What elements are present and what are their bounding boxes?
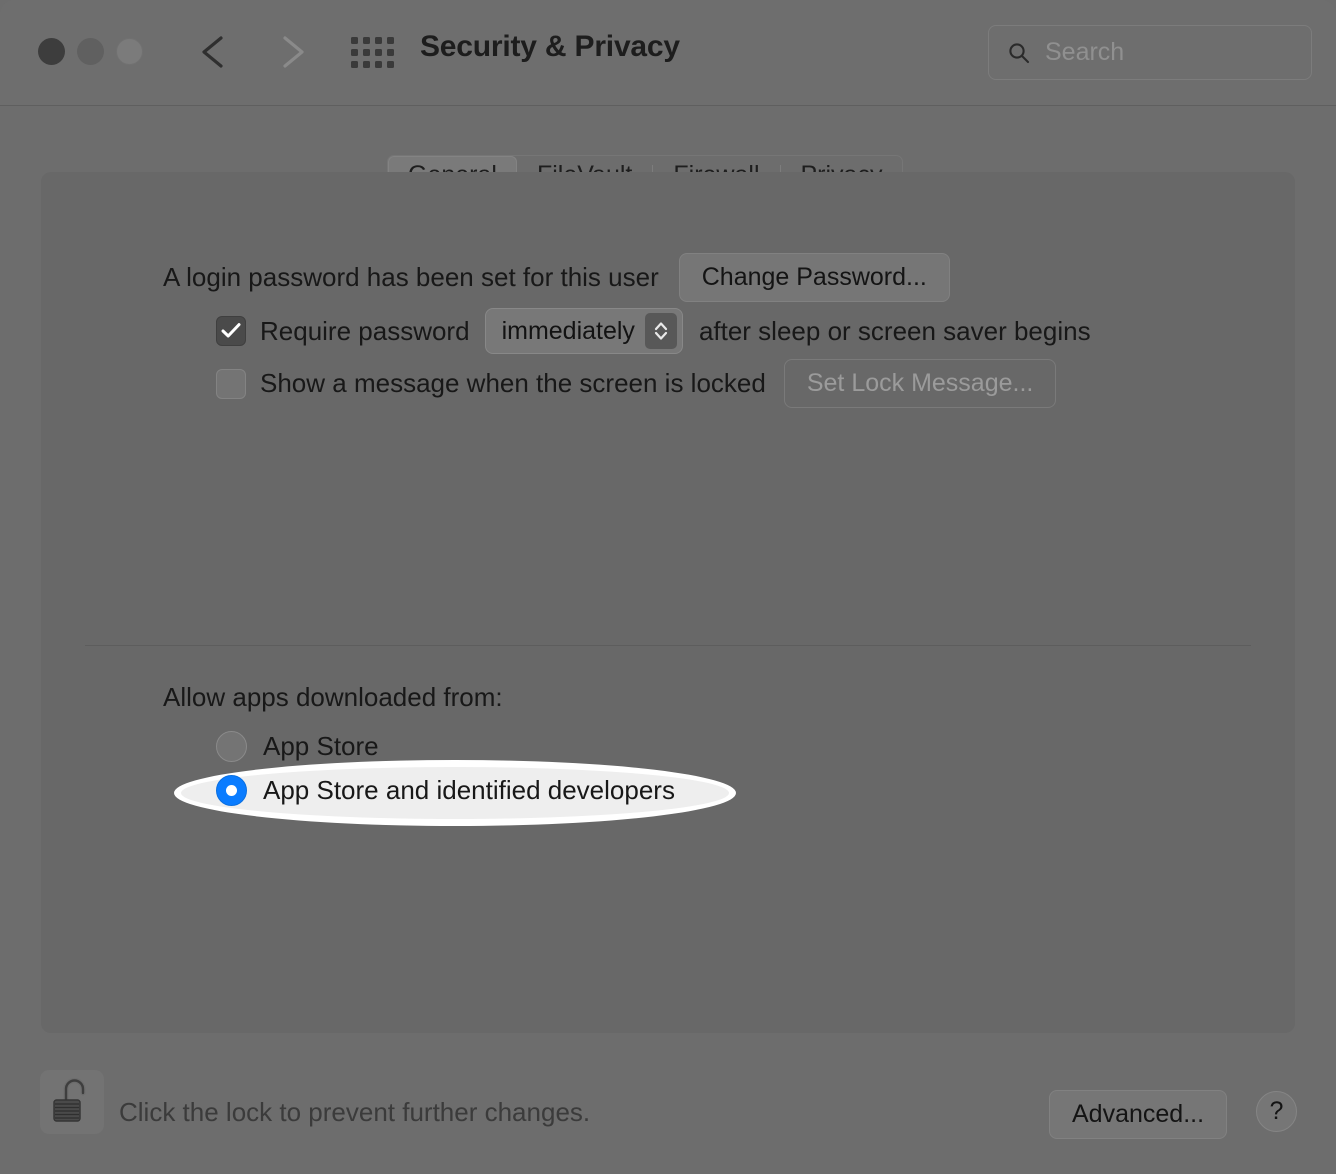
set-lock-message-button[interactable]: Set Lock Message...	[783, 359, 1057, 408]
window-titlebar: Security & Privacy	[0, 0, 1336, 106]
grid-icon	[350, 36, 394, 68]
show-lock-message-checkbox[interactable]	[216, 368, 246, 399]
zoom-button[interactable]	[116, 38, 143, 65]
allow-apps-heading: Allow apps downloaded from:	[163, 682, 503, 712]
require-password-checkbox[interactable]	[216, 316, 246, 346]
login-password-row: A login password has been set for this u…	[163, 253, 950, 302]
identified-developers-radio[interactable]	[216, 775, 247, 806]
advanced-button[interactable]: Advanced...	[1049, 1090, 1228, 1139]
search-input[interactable]	[1043, 37, 1277, 68]
back-button[interactable]	[192, 28, 238, 76]
search-field[interactable]	[988, 25, 1312, 80]
lock-message-row: Show a message when the screen is locked…	[216, 359, 1057, 408]
require-password-delay-popup[interactable]: immediately	[484, 308, 683, 354]
page-title: Security & Privacy	[420, 30, 680, 63]
help-button[interactable]: ?	[1256, 1091, 1297, 1132]
require-password-label: Require password	[260, 315, 470, 346]
show-lock-message-label: Show a message when the screen is locked	[260, 368, 766, 398]
change-password-button[interactable]: Change Password...	[678, 253, 950, 302]
app-store-radio[interactable]	[216, 731, 247, 762]
screenshot-root: Security & Privacy General FileVault Fir…	[0, 0, 1336, 1174]
forward-chevron-icon	[268, 28, 314, 76]
traffic-light-controls	[38, 38, 143, 65]
open-padlock-icon	[49, 1075, 95, 1130]
require-password-row: Require password immediately after sleep…	[216, 308, 1091, 354]
system-preferences-window: Security & Privacy General FileVault Fir…	[0, 0, 1336, 1174]
chevron-up-down-icon	[644, 313, 677, 349]
login-password-status: A login password has been set for this u…	[163, 262, 659, 292]
radio-option-app-store-and-identified-developers[interactable]: App Store and identified developers	[216, 775, 675, 806]
section-divider	[85, 645, 1251, 646]
show-all-preferences-button[interactable]	[346, 30, 398, 74]
back-chevron-icon	[192, 28, 238, 76]
radio-option-app-store[interactable]: App Store	[216, 731, 379, 762]
minimize-button[interactable]	[77, 38, 104, 65]
search-icon	[1007, 41, 1031, 65]
lock-button[interactable]	[40, 1070, 104, 1134]
forward-button[interactable]	[268, 28, 314, 76]
app-store-label: App Store	[263, 731, 379, 761]
require-password-delay-value: immediately	[501, 316, 635, 345]
close-button[interactable]	[38, 38, 65, 65]
require-password-suffix-label: after sleep or screen saver begins	[698, 315, 1091, 346]
identified-developers-label: App Store and identified developers	[263, 775, 675, 805]
lock-caption: Click the lock to prevent further change…	[119, 1097, 591, 1127]
